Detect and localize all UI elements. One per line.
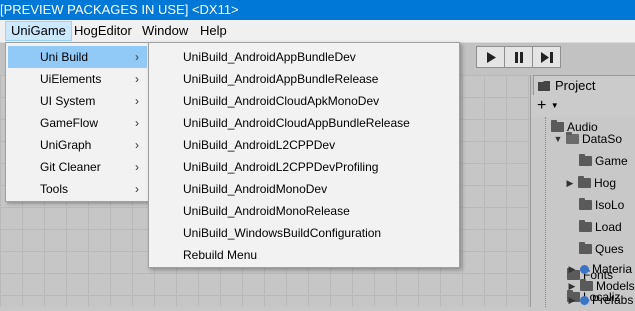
menu-item-label: Git Cleaner	[40, 160, 101, 174]
tree-item-game[interactable]: Game	[579, 150, 628, 172]
submenu-arrow-icon: ›	[135, 116, 139, 130]
submenu-arrow-icon: ›	[135, 182, 139, 196]
menu-item-windowsbuildconfiguration[interactable]: UniBuild_WindowsBuildConfiguration	[151, 222, 457, 244]
menu-item-rebuild-menu[interactable]: Rebuild Menu	[151, 244, 457, 266]
submenu-arrow-icon: ›	[135, 138, 139, 152]
tree-item-label: Ques	[595, 242, 624, 256]
folder-icon	[579, 198, 592, 210]
project-toolbar: + ▼	[531, 95, 635, 118]
menu-item-ui-system[interactable]: UI System ›	[8, 90, 147, 112]
menu-item-androidcloudappbundlerelease[interactable]: UniBuild_AndroidCloudAppBundleRelease	[151, 112, 457, 134]
tree-guide-line	[545, 117, 547, 307]
menu-item-label: Tools	[40, 182, 69, 196]
unigame-menu: Uni Build › UiElements › UI System › Gam…	[5, 42, 150, 202]
menu-item-uni-build[interactable]: Uni Build ›	[8, 46, 147, 68]
menu-item-label: Uni Build	[40, 50, 89, 64]
menu-item-tools[interactable]: Tools ›	[8, 178, 147, 200]
menu-item-label: UiElements	[40, 72, 102, 86]
expanded-arrow-icon: ▼	[553, 134, 563, 144]
menu-item-androidappbundlerelease[interactable]: UniBuild_AndroidAppBundleRelease	[151, 68, 457, 90]
step-icon	[540, 51, 553, 63]
folder-icon	[579, 220, 592, 232]
tree-item-isolo[interactable]: IsoLo	[579, 194, 624, 216]
menu-item-git-cleaner[interactable]: Git Cleaner ›	[8, 156, 147, 178]
tree-item-label: DataSo	[582, 132, 623, 146]
menu-window[interactable]: Window	[137, 22, 193, 40]
menu-item-androidl2cppdevprofiling[interactable]: UniBuild_AndroidL2CPPDevProfiling	[151, 156, 457, 178]
tree-item-hog[interactable]: ▶ Hog	[565, 172, 616, 194]
pause-icon	[514, 51, 523, 63]
play-icon	[486, 51, 496, 63]
collapsed-arrow-icon: ▶	[568, 295, 576, 305]
menu-item-label: UI System	[40, 94, 96, 108]
project-tab-label: Project	[555, 77, 596, 93]
folder-icon	[578, 176, 591, 188]
menu-help[interactable]: Help	[195, 22, 232, 40]
submenu-arrow-icon: ›	[135, 94, 139, 108]
chevron-down-icon: ▼	[550, 101, 559, 110]
menu-item-androidmonodev[interactable]: UniBuild_AndroidMonoDev	[151, 178, 457, 200]
collapsed-arrow-icon: ▶	[566, 178, 574, 188]
project-folder-icon	[538, 81, 550, 91]
tree-item-load[interactable]: Load	[579, 216, 622, 238]
add-icon: +	[537, 97, 547, 115]
tree-item-dataso[interactable]: ▼ DataSo	[553, 128, 622, 150]
submenu-arrow-icon: ›	[135, 160, 139, 174]
dependency-icon	[580, 295, 589, 305]
menu-item-uielements[interactable]: UiElements ›	[8, 68, 147, 90]
submenu-arrow-icon: ›	[135, 72, 139, 86]
menu-item-androidappbundledev[interactable]: UniBuild_AndroidAppBundleDev	[151, 46, 457, 68]
project-panel: Project + ▼ Audio ▼ DataSo Game ▶ Hog Is…	[530, 75, 635, 307]
play-button[interactable]	[476, 46, 505, 68]
tree-item-label: Load	[595, 220, 622, 234]
tree-item-label: Hog	[594, 176, 617, 190]
unibuild-submenu: UniBuild_AndroidAppBundleDev UniBuild_An…	[148, 42, 460, 268]
tree-item-label: Game	[595, 154, 628, 168]
tab-project[interactable]: Project	[533, 75, 635, 95]
menu-item-label: UniGraph	[40, 138, 92, 152]
menu-item-androidcloudapkmonodev[interactable]: UniBuild_AndroidCloudApkMonoDev	[151, 90, 457, 112]
menu-item-gameflow[interactable]: GameFlow ›	[8, 112, 147, 134]
menu-item-androidl2cppdev[interactable]: UniBuild_AndroidL2CPPDev	[151, 134, 457, 156]
menu-item-androidmonorelease[interactable]: UniBuild_AndroidMonoRelease	[151, 200, 457, 222]
step-button[interactable]	[532, 46, 561, 68]
folder-icon	[579, 242, 592, 254]
menu-item-label: GameFlow	[40, 116, 99, 130]
add-button[interactable]: + ▼	[537, 96, 559, 116]
open-folder-icon	[566, 132, 579, 144]
submenu-arrow-icon: ›	[135, 50, 139, 64]
dependency-icon	[580, 264, 589, 274]
menu-unigame[interactable]: UniGame	[5, 21, 72, 41]
menu-item-unigraph[interactable]: UniGraph ›	[8, 134, 147, 156]
pause-button[interactable]	[504, 46, 533, 68]
tree-item-label: Prefabs	[592, 293, 634, 307]
window-title-bar: [PREVIEW PACKAGES IN USE] <DX11>	[0, 0, 635, 20]
menu-bar: UniGame HogEditor Window Help	[0, 20, 635, 43]
tree-item-prefabs[interactable]: ▶ Prefabs	[567, 289, 634, 311]
window-title: [PREVIEW PACKAGES IN USE] <DX11>	[0, 2, 239, 17]
tree-item-ques[interactable]: Ques	[579, 238, 624, 260]
menu-hogeditor[interactable]: HogEditor	[69, 22, 137, 40]
play-controls	[476, 46, 561, 68]
tree-item-label: IsoLo	[595, 198, 625, 212]
folder-icon	[579, 154, 592, 166]
